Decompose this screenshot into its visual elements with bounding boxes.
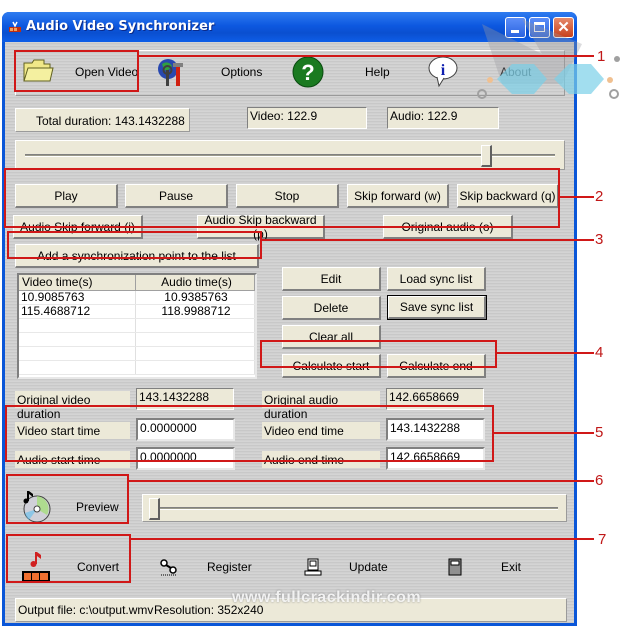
audio-end-time-input[interactable]: 142.6658669 bbox=[386, 447, 485, 470]
preview-slider-thumb[interactable] bbox=[149, 498, 160, 520]
empty-list-row bbox=[19, 347, 255, 361]
list-row[interactable]: 115.4688712 118.9988712 bbox=[19, 305, 255, 319]
audio-start-time-label: Audio start time bbox=[15, 451, 130, 468]
preview-button[interactable]: Preview bbox=[13, 487, 131, 527]
original-audio-button[interactable]: Original audio (o) bbox=[383, 215, 513, 239]
list-row[interactable]: 10.9085763 10.9385763 bbox=[19, 291, 255, 305]
sync-point-list[interactable]: Video time(s) Audio time(s) 10.9085763 1… bbox=[17, 273, 257, 379]
preview-slider[interactable] bbox=[142, 494, 567, 522]
add-sync-point-button[interactable]: Add a synchronization point to the list bbox=[15, 244, 259, 268]
empty-list-row bbox=[19, 333, 255, 347]
info-icon: i bbox=[428, 56, 458, 88]
app-icon bbox=[9, 21, 21, 32]
audio-end-time-label: Audio end time bbox=[262, 451, 380, 468]
window-title: Audio Video Synchronizer bbox=[26, 19, 215, 34]
video-end-time-label: Video end time bbox=[262, 422, 380, 439]
video-start-time-label: Video start time bbox=[15, 422, 130, 439]
svg-text:?: ? bbox=[301, 60, 314, 85]
main-seek-slider[interactable] bbox=[15, 140, 565, 170]
exit-label: Exit bbox=[501, 560, 522, 574]
convert-label: Convert bbox=[77, 560, 120, 574]
key-icon bbox=[160, 559, 177, 576]
callout-7: 7 bbox=[598, 531, 607, 548]
list-header: Video time(s) Audio time(s) bbox=[19, 275, 255, 291]
audio-time-cell: 10.9385763 bbox=[136, 291, 255, 304]
update-label: Update bbox=[349, 560, 388, 574]
video-end-time-input[interactable]: 143.1432288 bbox=[386, 418, 485, 441]
output-file-text: Output file: c:\output.wmv bbox=[18, 603, 154, 617]
svg-text:i: i bbox=[441, 62, 446, 79]
options-label: Options bbox=[221, 65, 263, 79]
register-button[interactable]: Register bbox=[155, 552, 265, 582]
audio-time-cell: 118.9988712 bbox=[136, 305, 255, 318]
convert-button[interactable]: Convert bbox=[13, 547, 131, 587]
calculate-start-button[interactable]: Calculate start bbox=[282, 354, 381, 378]
globe-tools-icon bbox=[158, 59, 183, 86]
pause-button[interactable]: Pause bbox=[125, 184, 228, 208]
callout-6: 6 bbox=[595, 472, 604, 489]
open-video-label: Open Video bbox=[75, 65, 139, 79]
preview-label: Preview bbox=[76, 500, 119, 514]
load-sync-list-button[interactable]: Load sync list bbox=[387, 267, 486, 291]
options-button[interactable]: Options bbox=[150, 55, 270, 89]
open-video-button[interactable]: Open Video bbox=[18, 55, 142, 89]
original-video-duration-value: 143.1432288 bbox=[136, 388, 234, 410]
delete-button[interactable]: Delete bbox=[282, 296, 381, 320]
audio-skip-forward-button[interactable]: Audio Skip forward (i) bbox=[13, 215, 143, 239]
music-cd-icon bbox=[23, 491, 51, 523]
door-icon bbox=[448, 558, 462, 576]
calculate-end-button[interactable]: Calculate end bbox=[387, 354, 486, 378]
main-slider-track bbox=[25, 154, 555, 157]
main-slider-thumb[interactable] bbox=[481, 145, 493, 167]
help-label: Help bbox=[365, 65, 390, 79]
audio-start-time-input[interactable]: 0.0000000 bbox=[136, 447, 235, 470]
empty-list-row bbox=[19, 319, 255, 333]
save-sync-list-button[interactable]: Save sync list bbox=[387, 295, 487, 320]
callout-5: 5 bbox=[595, 424, 604, 441]
video-time-cell: 10.9085763 bbox=[19, 291, 136, 304]
film-music-icon bbox=[22, 552, 50, 582]
callout-4: 4 bbox=[595, 344, 604, 361]
question-icon: ? bbox=[292, 56, 324, 88]
help-button[interactable]: ? Help bbox=[288, 55, 408, 89]
play-button[interactable]: Play bbox=[15, 184, 118, 208]
total-duration-text: Total duration: 143.1432288 bbox=[36, 114, 185, 128]
update-button[interactable]: Update bbox=[300, 552, 410, 582]
total-duration-box: Total duration: 143.1432288 bbox=[15, 108, 190, 132]
skip-backward-button[interactable]: Skip backward (q) bbox=[457, 184, 559, 208]
empty-list-row bbox=[19, 361, 255, 375]
exit-button[interactable]: Exit bbox=[442, 552, 542, 582]
watermark-logo bbox=[477, 19, 620, 99]
preview-slider-track bbox=[152, 507, 558, 510]
register-label: Register bbox=[207, 560, 252, 574]
video-time-cell: 115.4688712 bbox=[19, 305, 136, 318]
skip-forward-button[interactable]: Skip forward (w) bbox=[347, 184, 449, 208]
original-audio-duration-label: Original audio duration bbox=[262, 391, 380, 421]
video-start-time-input[interactable]: 0.0000000 bbox=[136, 418, 235, 441]
callout-1: 1 bbox=[597, 48, 606, 65]
video-position-display: Video: 122.9 bbox=[247, 107, 367, 129]
original-audio-duration-value: 142.6658669 bbox=[386, 388, 484, 410]
original-video-duration-label: Original video duration bbox=[15, 391, 130, 421]
client-area: Open Video Options ? Help i About bbox=[5, 42, 574, 623]
edit-button[interactable]: Edit bbox=[282, 267, 381, 291]
callout-2: 2 bbox=[595, 188, 604, 205]
column-header-audio-time[interactable]: Audio time(s) bbox=[136, 275, 255, 291]
computer-icon bbox=[304, 558, 322, 576]
watermark-text: www.fullcrackindir.com bbox=[232, 589, 422, 606]
audio-skip-backward-button[interactable]: Audio Skip backward (p) bbox=[197, 213, 325, 241]
clear-all-button[interactable]: Clear all bbox=[282, 325, 381, 349]
column-header-video-time[interactable]: Video time(s) bbox=[19, 275, 136, 291]
stop-button[interactable]: Stop bbox=[236, 184, 339, 208]
folder-icon bbox=[23, 59, 54, 82]
callout-3: 3 bbox=[595, 231, 604, 248]
